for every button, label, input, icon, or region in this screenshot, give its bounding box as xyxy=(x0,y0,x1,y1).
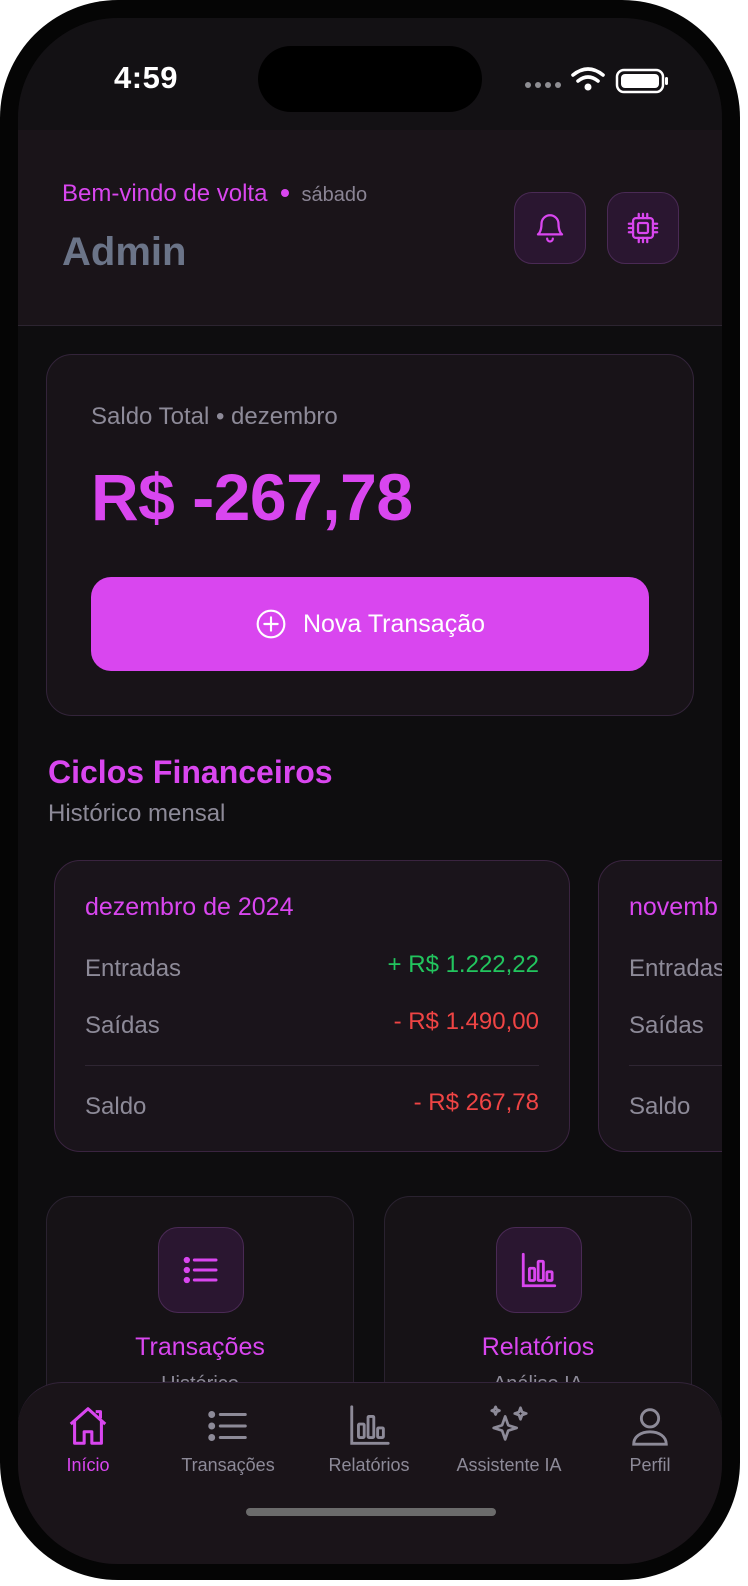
cycle-month: novemb xyxy=(629,893,718,921)
tab-label: Perfil xyxy=(629,1455,671,1475)
balance-row-value: - R$ 267,78 xyxy=(413,1089,539,1116)
tab-label: Relatórios xyxy=(328,1455,410,1475)
expenses-value: - R$ 1.490,00 xyxy=(393,1008,539,1035)
tab-transacoes[interactable]: Transações xyxy=(158,1403,298,1493)
cycle-card[interactable]: novemb Entradas Saídas Saldo xyxy=(598,860,722,1152)
tab-label: Transações xyxy=(181,1455,275,1475)
app-header: Bem-vindo de volta sábado Admin xyxy=(18,130,722,326)
balance-value: R$ -267,78 xyxy=(91,460,413,534)
status-bar: 4:59 xyxy=(18,18,722,130)
divider xyxy=(85,1065,539,1066)
balance-label: Saldo Total • dezembro xyxy=(91,403,338,430)
tab-relatorios[interactable]: Relatórios xyxy=(299,1403,439,1493)
bar-chart-icon xyxy=(521,1252,557,1288)
battery-icon xyxy=(615,68,668,94)
bar-chart-icon xyxy=(350,1405,390,1445)
tab-label: Assistente IA xyxy=(456,1455,562,1475)
app-screen: 4:59 Bem-vindo de volta sábado Admin Sal… xyxy=(18,18,722,1564)
cycles-subtitle: Histórico mensal xyxy=(48,800,226,827)
home-indicator xyxy=(246,1508,496,1516)
divider xyxy=(629,1065,722,1066)
separator-dot xyxy=(281,188,290,197)
tile-icon-box xyxy=(158,1227,244,1313)
user-name: Admin xyxy=(62,230,187,274)
wifi-icon xyxy=(571,67,605,83)
tab-inicio[interactable]: Início xyxy=(18,1403,158,1493)
phone-frame: 4:59 Bem-vindo de volta sábado Admin Sal… xyxy=(0,0,740,1580)
notifications-button[interactable] xyxy=(514,192,586,264)
new-transaction-button[interactable]: Nova Transação xyxy=(91,577,649,671)
status-icons xyxy=(525,67,668,94)
user-icon xyxy=(632,1408,668,1446)
new-transaction-label: Nova Transação xyxy=(302,609,486,638)
cycle-month: dezembro de 2024 xyxy=(85,893,294,921)
balance-row-label: Saldo xyxy=(85,1093,147,1120)
plus-circle-icon xyxy=(256,609,286,639)
home-icon xyxy=(69,1407,107,1445)
expenses-label: Saídas xyxy=(85,1012,160,1039)
dynamic-island xyxy=(258,46,482,112)
tile-icon-box xyxy=(496,1227,582,1313)
income-label: Entradas xyxy=(85,955,182,982)
sparkles-icon xyxy=(490,1405,528,1441)
balance-card: Saldo Total • dezembro R$ -267,78 Nova T… xyxy=(46,354,694,716)
chip-icon xyxy=(627,212,659,244)
list-icon xyxy=(208,1411,247,1441)
tile-title: Relatórios xyxy=(481,1333,595,1361)
status-time: 4:59 xyxy=(114,60,179,95)
bell-icon xyxy=(536,214,564,243)
signal-icon xyxy=(525,82,561,88)
weekday-text: sábado xyxy=(301,184,368,206)
cycle-card[interactable]: dezembro de 2024 Entradas + R$ 1.222,22 … xyxy=(54,860,570,1152)
expenses-label: Saídas xyxy=(629,1012,704,1039)
tab-assistente-ia[interactable]: Assistente IA xyxy=(439,1403,579,1493)
welcome-text: Bem-vindo de volta xyxy=(62,180,268,207)
tab-perfil[interactable]: Perfil xyxy=(580,1403,720,1493)
income-value: + R$ 1.222,22 xyxy=(387,951,539,978)
balance-row-label: Saldo xyxy=(629,1093,691,1120)
welcome-line: Bem-vindo de volta sábado xyxy=(62,180,367,208)
tab-label: Início xyxy=(66,1455,110,1475)
income-label: Entradas xyxy=(629,955,722,982)
list-icon xyxy=(183,1256,218,1284)
ai-chip-button[interactable] xyxy=(607,192,679,264)
tab-bar: Início Transações Relatórios Assistente … xyxy=(18,1382,722,1564)
cycles-title: Ciclos Financeiros xyxy=(48,754,333,790)
tile-title: Transações xyxy=(135,1333,265,1361)
